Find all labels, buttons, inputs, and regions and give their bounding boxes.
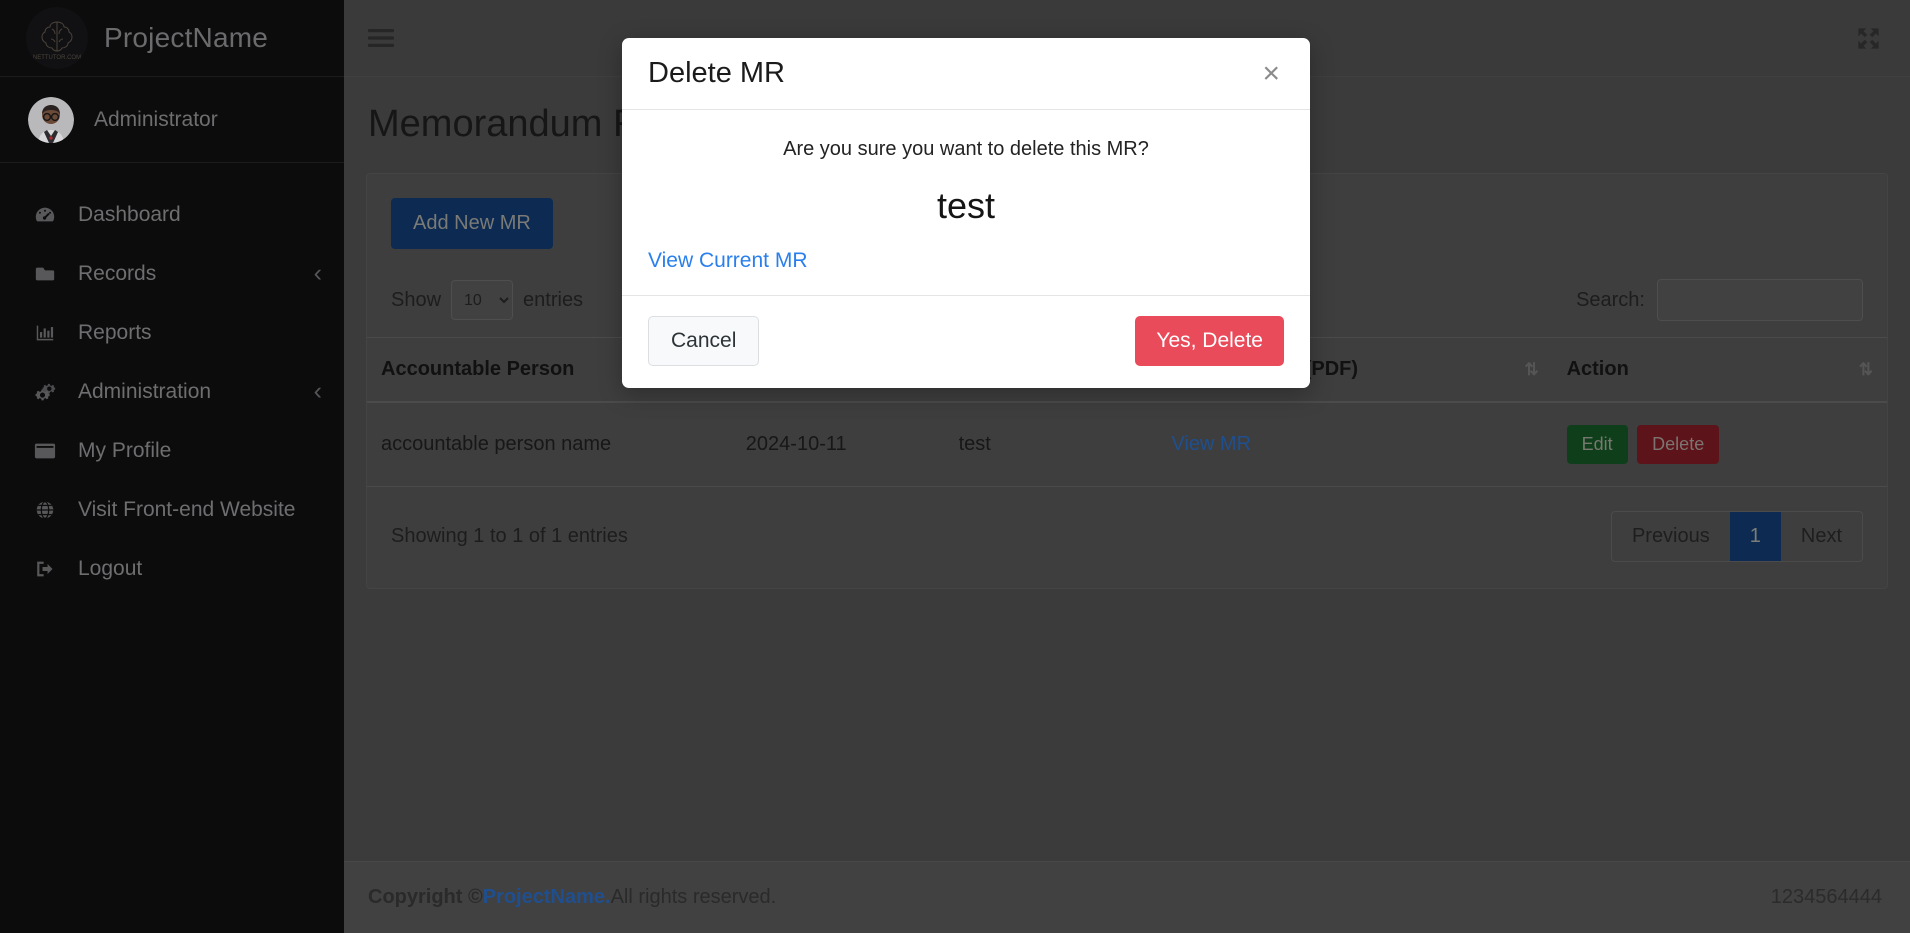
pagination-next[interactable]: Next [1781, 512, 1862, 561]
page-length-select[interactable]: 10 [451, 280, 514, 320]
sidebar-brand[interactable]: NETTUTOR.COM ProjectName [0, 0, 344, 77]
sidebar-item-label: My Profile [78, 438, 172, 462]
sign-out-icon [34, 558, 64, 580]
table-body: accountable person name 2024-10-11 test … [367, 402, 1887, 487]
folder-icon [34, 263, 64, 285]
view-current-mr-link[interactable]: View Current MR [648, 249, 808, 273]
edit-button[interactable]: Edit [1566, 425, 1628, 464]
search-control: Search: [1576, 279, 1863, 321]
pagination-page-1[interactable]: 1 [1729, 512, 1781, 561]
close-icon[interactable]: × [1258, 58, 1284, 89]
show-label: Show [391, 288, 442, 311]
search-label: Search: [1576, 288, 1645, 311]
sidebar-item-label: Visit Front-end Website [78, 497, 296, 521]
app-root: NETTUTOR.COM ProjectName Administrator D… [0, 0, 1910, 933]
sidebar-item-reports[interactable]: Reports [0, 303, 344, 362]
hamburger-icon[interactable] [368, 28, 394, 48]
modal-confirm-text: Are you sure you want to delete this MR? [783, 138, 1149, 160]
avatar [28, 96, 74, 143]
chart-bar-icon [34, 322, 64, 344]
delete-button[interactable]: Delete [1637, 425, 1720, 464]
datatable-footer: Showing 1 to 1 of 1 entries Previous 1 N… [367, 487, 1887, 588]
cell-action: Edit Delete [1552, 402, 1887, 487]
confirm-delete-button[interactable]: Yes, Delete [1135, 316, 1284, 366]
sidebar-item-administration[interactable]: Administration ‹ [0, 362, 344, 421]
add-new-mr-button[interactable]: Add New MR [391, 198, 553, 249]
cell-date: 2024-10-11 [731, 402, 945, 487]
modal-footer: Cancel Yes, Delete [622, 296, 1310, 388]
sidebar-item-label: Logout [78, 556, 143, 580]
pagination: Previous 1 Next [1610, 511, 1863, 562]
globe-icon [34, 499, 64, 521]
modal-title: Delete MR [648, 57, 785, 89]
modal-header: Delete MR × [622, 38, 1310, 110]
cancel-button[interactable]: Cancel [648, 316, 760, 366]
page-footer: Copyright © ProjectName. All rights rese… [344, 861, 1910, 933]
footer-version: 1234564444 [1770, 886, 1882, 908]
svg-text:NETTUTOR.COM: NETTUTOR.COM [33, 55, 81, 61]
column-header-action[interactable]: Action ⇅ [1552, 337, 1887, 403]
user-name: Administrator [94, 107, 218, 131]
footer-copyright-suffix: All rights reserved. [610, 886, 777, 908]
entries-label: entries [523, 288, 584, 311]
id-card-icon [34, 440, 64, 462]
cell-particulars: test [944, 402, 1158, 487]
table-row: accountable person name 2024-10-11 test … [367, 402, 1887, 487]
sidebar-item-records[interactable]: Records ‹ [0, 244, 344, 303]
expand-arrows-icon[interactable] [1855, 25, 1882, 52]
chevron-left-icon: ‹ [313, 259, 322, 287]
entries-info: Showing 1 to 1 of 1 entries [391, 525, 628, 547]
column-label: Action [1566, 358, 1629, 380]
footer-brand-link[interactable]: ProjectName. [483, 886, 611, 909]
view-mr-link[interactable]: View MR [1171, 433, 1251, 455]
sidebar-item-label: Administration [78, 379, 212, 403]
modal-body: Are you sure you want to delete this MR?… [622, 110, 1310, 296]
delete-mr-modal: Delete MR × Are you sure you want to del… [622, 38, 1310, 388]
cell-uploaded-mr: View MR [1157, 402, 1553, 487]
cell-accountable-person: accountable person name [367, 402, 732, 487]
cogs-icon [34, 381, 64, 403]
pagination-previous[interactable]: Previous [1612, 512, 1730, 561]
tachometer-icon [34, 204, 64, 226]
modal-record-name: test [936, 185, 996, 226]
sidebar-item-label: Reports [78, 320, 152, 344]
search-input[interactable] [1657, 279, 1863, 321]
sidebar-item-visit-front-end-website[interactable]: Visit Front-end Website [0, 480, 344, 539]
sidebar: NETTUTOR.COM ProjectName Administrator D… [0, 0, 344, 933]
sort-icon: ⇅ [1524, 359, 1539, 379]
brand-title: ProjectName [104, 22, 269, 53]
column-label: Accountable Person [381, 358, 575, 380]
sidebar-item-label: Dashboard [78, 202, 181, 226]
page-length-control: Show 10 entries [391, 280, 583, 320]
footer-copyright-prefix: Copyright © [368, 886, 483, 908]
sidebar-item-label: Records [78, 261, 157, 285]
sidebar-item-dashboard[interactable]: Dashboard [0, 185, 344, 244]
user-panel[interactable]: Administrator [0, 77, 344, 163]
brand-logo-icon: NETTUTOR.COM [26, 7, 88, 69]
sidebar-nav: Dashboard Records ‹ Reports Administrati… [0, 163, 344, 598]
sidebar-item-logout[interactable]: Logout [0, 539, 344, 598]
chevron-left-icon: ‹ [313, 377, 322, 405]
sort-icon: ⇅ [1858, 359, 1873, 379]
sidebar-item-my-profile[interactable]: My Profile [0, 421, 344, 480]
